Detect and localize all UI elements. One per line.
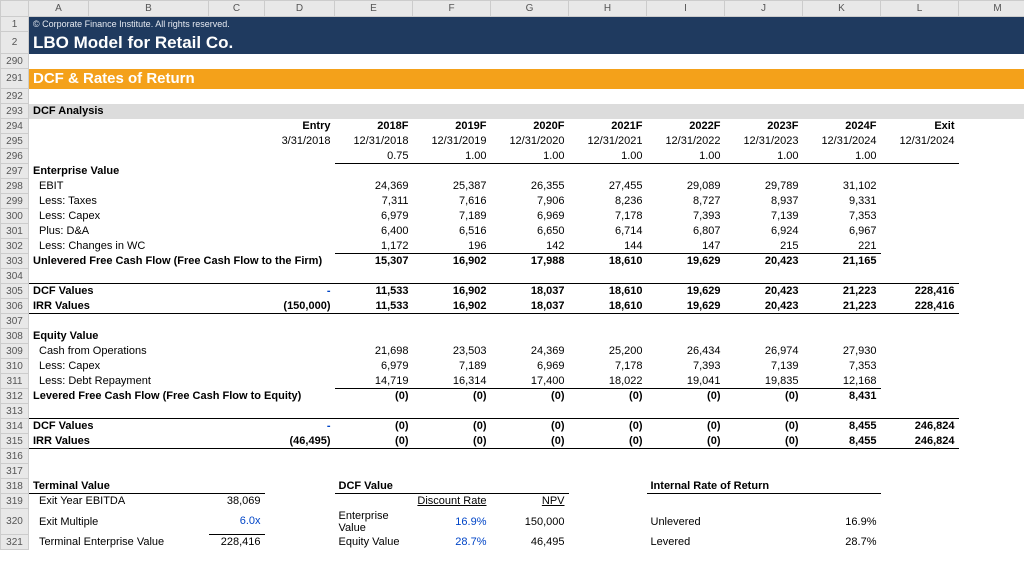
dcf-values-row: 305DCF Values - 11,53316,90218,03718,610… [1,284,1024,299]
spreadsheet[interactable]: ABCD EFGHI JKLM 1© Corporate Finance Ins… [0,0,1024,550]
row-header[interactable]: 1 [1,17,29,32]
ufcf-row: 303Unlevered Free Cash Flow (Free Cash F… [1,254,1024,269]
equity-value-header: Equity Value [29,329,1024,344]
irr-values-row: 306IRR Values (150,000) 11,53316,90218,0… [1,299,1024,314]
column-headers[interactable]: ABCD EFGHI JKLM [1,1,1024,17]
row-319: 319 Exit Year EBITDA38,069 Discount Rate… [1,494,1024,509]
capex-row: 300Less: Capex 6,9797,1896,9697,178 7,39… [1,209,1024,224]
row-321: 321 Terminal Enterprise Value228,416 Equ… [1,535,1024,550]
dcf-analysis-header: DCF Analysis [29,104,1024,119]
irr-values2-row: 315IRR Values (46,495) (0)(0)(0)(0) (0)(… [1,434,1024,449]
copyright-text: © Corporate Finance Institute. All right… [29,17,1024,32]
ebit-row: 298EBIT 24,36925,38726,35527,455 29,0892… [1,179,1024,194]
year-header-row: 294 Entry2018F2019F 2020F2021F2022F 2023… [1,119,1024,134]
fraction-row: 296 0.751.001.00 1.001.001.00 1.00 [1,149,1024,164]
lfcf-row: 312Levered Free Cash Flow (Free Cash Flo… [1,389,1024,404]
capex2-row: 310Less: Capex 6,9797,1896,9697,178 7,39… [1,359,1024,374]
bottom-headers: 318 Terminal Value DCF Value Internal Ra… [1,479,1024,494]
wc-row: 302Less: Changes in WC 1,172196142144 14… [1,239,1024,254]
da-row: 301Plus: D&A 6,4006,5166,6506,714 6,8076… [1,224,1024,239]
section-header: DCF & Rates of Return [29,69,1024,89]
taxes-row: 299Less: Taxes 7,3117,6167,9068,236 8,72… [1,194,1024,209]
row-320: 320 Exit Multiple6.0x Enterprise Value16… [1,509,1024,535]
dcf-values2-row: 314DCF Values - (0)(0)(0)(0) (0)(0)8,455… [1,419,1024,434]
page-title: LBO Model for Retail Co. [29,32,1024,54]
debt-repay-row: 311Less: Debt Repayment 14,71916,31417,4… [1,374,1024,389]
date-row: 295 3/31/201812/31/201812/31/2019 12/31/… [1,134,1024,149]
ev-header: Enterprise Value [29,164,1024,179]
cfo-row: 309Cash from Operations 21,69823,50324,3… [1,344,1024,359]
